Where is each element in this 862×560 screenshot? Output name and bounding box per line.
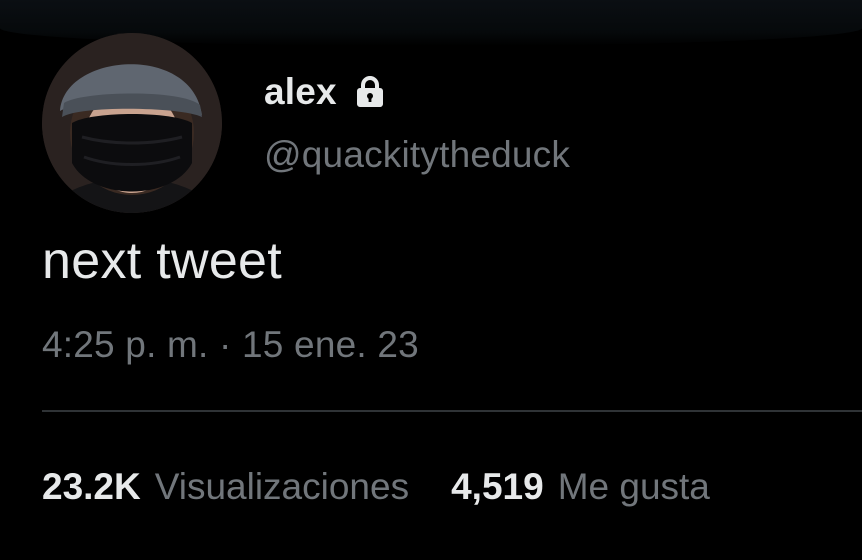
likes-stat[interactable]: 4,519 Me gusta <box>451 466 710 508</box>
views-count: 23.2K <box>42 466 141 507</box>
tweet-text: next tweet <box>42 232 283 290</box>
tweet-timestamp[interactable]: 4:25 p. m. · 15 ene. 23 <box>42 324 419 366</box>
avatar-image <box>42 33 222 213</box>
likes-label: Me gusta <box>557 466 710 507</box>
username-handle[interactable]: @quackitytheduck <box>264 134 570 176</box>
divider <box>42 410 862 412</box>
author-name-row[interactable]: alex <box>264 70 385 114</box>
tweet-stats: 23.2K Visualizaciones 4,519 Me gusta <box>42 466 710 508</box>
views-label: Visualizaciones <box>154 466 410 507</box>
views-stat[interactable]: 23.2K Visualizaciones <box>42 466 409 508</box>
likes-count: 4,519 <box>451 466 544 507</box>
display-name[interactable]: alex <box>264 71 337 113</box>
lock-icon <box>355 75 385 109</box>
avatar[interactable] <box>42 33 222 213</box>
